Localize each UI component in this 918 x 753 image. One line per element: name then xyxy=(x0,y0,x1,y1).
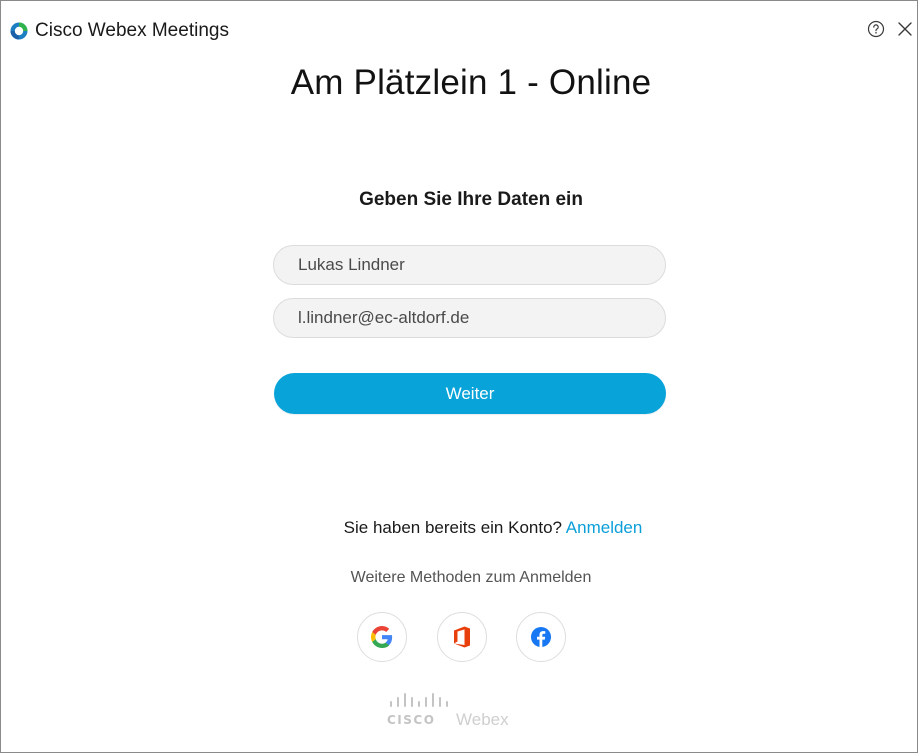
google-icon xyxy=(371,626,393,648)
webex-logo-icon xyxy=(10,22,28,40)
app-name: Cisco Webex Meetings xyxy=(35,20,229,41)
cisco-bars-icon xyxy=(390,693,448,707)
close-icon[interactable] xyxy=(897,20,913,38)
help-circle-icon[interactable] xyxy=(867,20,885,38)
webex-window: Cisco Webex Meetings Am Plätzlein 1 - On… xyxy=(0,0,918,753)
form-heading: Geben Sie Ihre Daten ein xyxy=(359,189,583,210)
office-signin-button[interactable] xyxy=(437,612,487,662)
facebook-signin-button[interactable] xyxy=(516,612,566,662)
email-field[interactable] xyxy=(273,298,666,338)
more-signin-methods-label: Weitere Methoden zum Anmelden xyxy=(350,569,592,586)
signin-prompt-row: Sie haben bereits ein Konto? Anmelden xyxy=(1,518,918,538)
cisco-wordmark: CISCO xyxy=(387,713,436,727)
office-icon xyxy=(454,626,470,648)
continue-button[interactable]: Weiter xyxy=(274,373,666,414)
cisco-webex-brand: CISCO Webex xyxy=(387,693,527,737)
webex-wordmark: Webex xyxy=(456,710,509,729)
facebook-icon xyxy=(531,627,551,647)
google-signin-button[interactable] xyxy=(357,612,407,662)
signin-link[interactable]: Anmelden xyxy=(566,518,643,537)
meeting-title: Am Plätzlein 1 - Online xyxy=(290,63,652,102)
signin-prompt: Sie haben bereits ein Konto? xyxy=(343,518,562,537)
title-bar: Cisco Webex Meetings xyxy=(1,1,917,41)
name-field[interactable] xyxy=(273,245,666,285)
